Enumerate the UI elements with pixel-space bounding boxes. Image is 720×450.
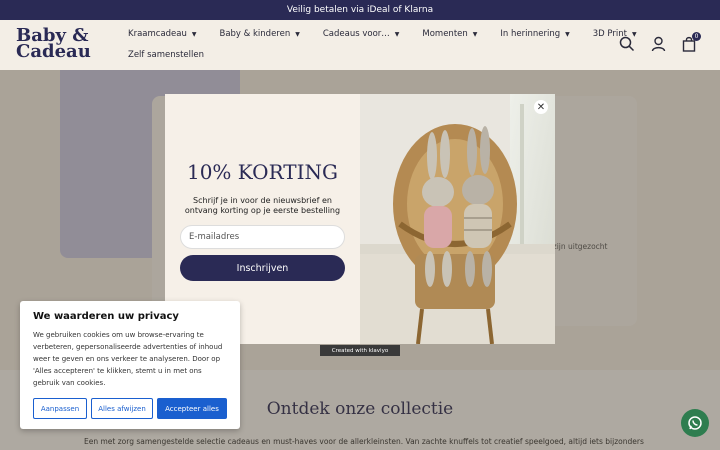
subscribe-button[interactable]: Inschrijven: [180, 255, 345, 281]
search-icon[interactable]: [619, 36, 635, 52]
nav-item-baby-kinderen[interactable]: Baby & kinderen ▼: [220, 29, 300, 39]
popup-title: 10% KORTING: [186, 160, 339, 184]
announcement-text: Veilig betalen via iDeal of Klarna: [286, 5, 434, 15]
main-nav: Kraamcadeau ▼ Baby & kinderen ▼ Cadeaus vo…: [128, 29, 660, 39]
cookie-banner: We waarderen uw privacy We gebruiken coo…: [20, 301, 240, 429]
nav-item-cadeaus-voor[interactable]: Cadeaus voor… ▼: [323, 29, 400, 39]
cookie-title: We waarderen uw privacy: [33, 311, 179, 322]
nav-item-kraamcadeau[interactable]: Kraamcadeau ▼: [128, 29, 197, 39]
announcement-bar: Veilig betalen via iDeal of Klarna: [0, 0, 720, 20]
email-input[interactable]: E-mailadres: [180, 225, 345, 249]
chevron-down-icon: ▼: [472, 30, 478, 38]
nav-label: In herinnering: [500, 29, 561, 39]
nav-label: Momenten: [422, 29, 468, 39]
nav-item-zelf-samenstellen[interactable]: Zelf samenstellen: [128, 50, 204, 60]
nav-item-herinnering[interactable]: In herinnering ▼: [500, 29, 569, 39]
cookie-customize-button[interactable]: Aanpassen: [33, 398, 87, 419]
chevron-down-icon: ▼: [191, 30, 197, 38]
chevron-down-icon: ▼: [565, 30, 570, 38]
cookie-reject-button[interactable]: Alles afwijzen: [91, 398, 153, 419]
chevron-down-icon: ▼: [295, 30, 300, 38]
close-icon: ✕: [536, 101, 546, 113]
whatsapp-icon: [688, 416, 702, 430]
site-header: Baby & Cadeau Kraamcadeau ▼ Baby & kinder…: [0, 20, 720, 70]
nav-label: Cadeaus voor…: [322, 29, 390, 39]
nav-label: Kraamcadeau: [128, 29, 187, 39]
nav-item-momenten[interactable]: Momenten ▼: [422, 29, 477, 39]
close-popup-button[interactable]: ✕: [534, 100, 548, 114]
user-icon[interactable]: [651, 36, 666, 52]
cookie-accept-button[interactable]: Accepteer alles: [157, 398, 227, 419]
chevron-down-icon: ▼: [394, 30, 400, 38]
klaviyo-badge[interactable]: Created with klaviyo: [320, 345, 400, 356]
cookie-body: We gebruiken cookies om uw browse-ervari…: [33, 331, 223, 387]
cart-button[interactable]: 0: [682, 32, 701, 52]
popup-subtitle: Schrijf je in voor de nieuwsbrief en ont…: [184, 196, 341, 215]
header-icons: 0: [619, 32, 701, 52]
site-logo[interactable]: Baby & Cadeau: [16, 27, 94, 62]
popup-image: [360, 94, 555, 344]
logo-line-2: Cadeau: [16, 41, 91, 62]
nav-label: Baby & kinderen: [219, 29, 291, 39]
cart-count-badge: 0: [692, 32, 701, 41]
whatsapp-chat-button[interactable]: [681, 409, 709, 437]
